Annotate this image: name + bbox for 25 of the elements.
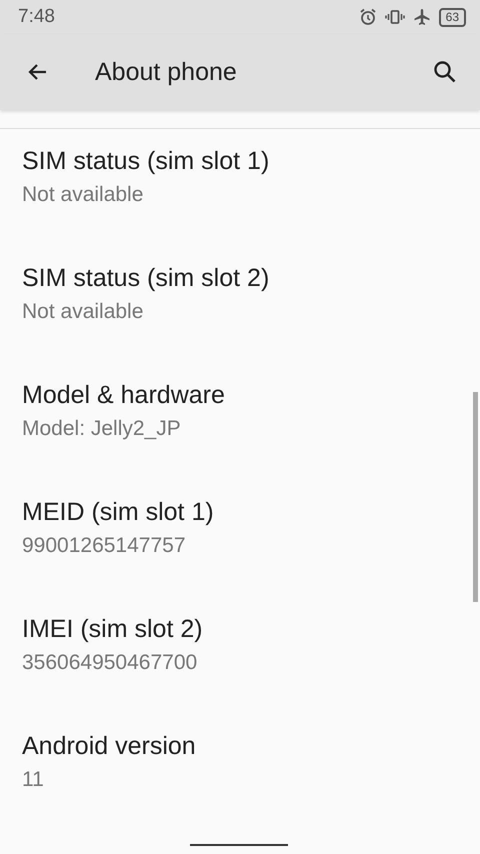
- clock-time: 7:48: [18, 6, 55, 28]
- alarm-icon: [358, 8, 377, 26]
- search-icon: [432, 59, 458, 85]
- settings-item[interactable]: Model & hardware Model: Jelly2_JP: [0, 363, 480, 480]
- item-summary: Not available: [22, 182, 144, 208]
- item-title: MEID (sim slot 1): [22, 497, 215, 528]
- settings-item[interactable]: SIM status (sim slot 1) Not available: [0, 129, 480, 246]
- settings-item[interactable]: MEID (sim slot 1) 99001265147757: [0, 480, 480, 597]
- airplane-icon: [412, 8, 431, 26]
- item-summary: 99001265147757: [22, 533, 187, 559]
- vibrate-icon: [384, 8, 405, 26]
- item-title: IMEI (sim slot 2): [22, 614, 204, 645]
- item-title: Model & hardware: [22, 380, 226, 411]
- item-summary: 356064950467700: [22, 650, 198, 676]
- settings-item[interactable]: IMEI (sim slot 2) 356064950467700: [0, 597, 480, 714]
- item-summary: 11: [22, 767, 45, 793]
- settings-item[interactable]: SIM status (sim slot 2) Not available: [0, 246, 480, 363]
- item-title: Android version: [22, 731, 197, 762]
- item-title: SIM status (sim slot 1): [22, 146, 270, 177]
- battery-level: 63: [438, 8, 466, 26]
- item-summary: Not available: [22, 299, 144, 325]
- page-title: About phone: [95, 58, 238, 86]
- item-summary: Model: Jelly2_JP: [22, 416, 182, 442]
- settings-item[interactable]: Android version 11: [0, 714, 480, 831]
- item-title: SIM status (sim slot 2): [22, 263, 270, 294]
